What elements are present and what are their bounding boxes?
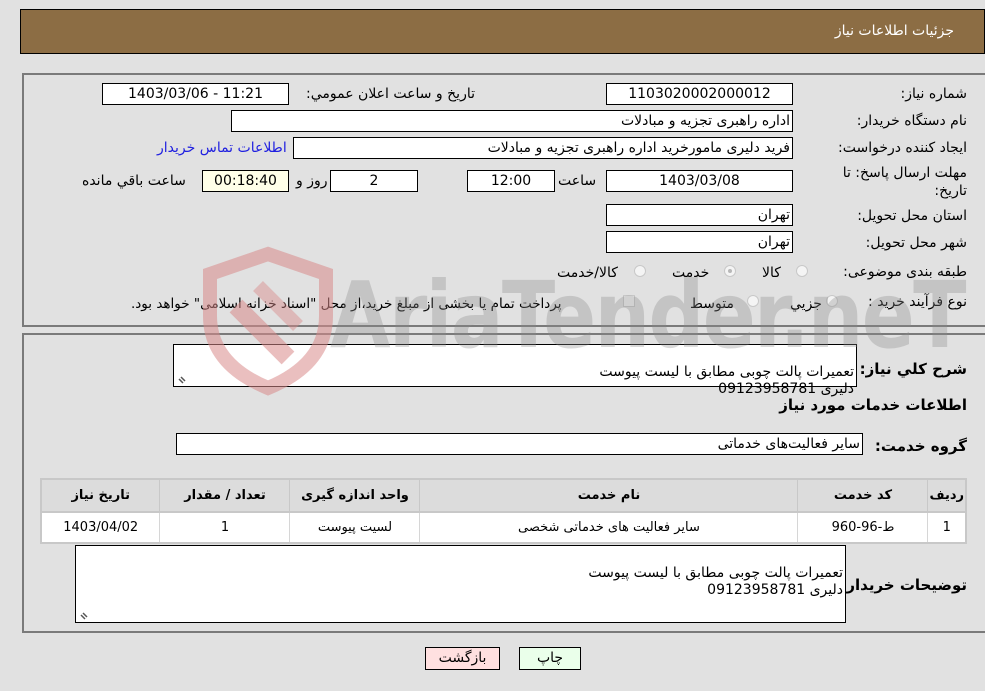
process-radio-minor[interactable] bbox=[826, 295, 838, 307]
col-service-name: نام خدمت bbox=[419, 478, 799, 513]
page-title: جزئیات اطلاعات نیاز bbox=[834, 23, 954, 39]
province-label: استان محل تحویل: bbox=[857, 208, 967, 224]
back-button[interactable]: بازگشت bbox=[425, 647, 500, 670]
category-option-service: خدمت bbox=[672, 265, 710, 281]
description-textarea[interactable]: تعمیرات پالت چوبی مطابق با لیست پیوست دل… bbox=[173, 344, 857, 397]
process-option-minor: جزيي bbox=[790, 296, 822, 312]
cell-service-name: سایر فعالیت های خدماتی شخصی bbox=[419, 511, 799, 544]
province-field: تهران bbox=[606, 204, 793, 226]
buyer-notes-label: توضیحات خریدار: bbox=[840, 576, 967, 594]
treasury-checkbox-label: پرداخت تمام یا بخشی از مبلغ خرید،از محل … bbox=[131, 296, 562, 312]
treasury-checkbox[interactable] bbox=[623, 295, 635, 307]
resize-grip-icon[interactable] bbox=[79, 610, 89, 620]
col-row: رديف bbox=[927, 478, 967, 513]
buyer-notes-textarea[interactable]: تعمیرات پالت چوبی مطابق با لیست پیوست دل… bbox=[75, 545, 846, 623]
col-unit: واحد اندازه گیری bbox=[289, 478, 421, 513]
process-option-medium: متوسط bbox=[690, 296, 734, 312]
col-need-date: تاريخ نياز bbox=[40, 478, 161, 513]
page-header: جزئیات اطلاعات نیاز bbox=[20, 9, 985, 54]
col-service-code: کد خدمت bbox=[797, 478, 929, 513]
service-group-label: گروه خدمت: bbox=[874, 437, 967, 455]
announce-datetime-label: تاریخ و ساعت اعلان عمومي: bbox=[306, 86, 475, 102]
cell-row: 1 bbox=[927, 511, 967, 544]
deadline-time-field: 12:00 bbox=[467, 170, 555, 192]
announce-datetime-field: 1403/03/06 - 11:21 bbox=[102, 83, 289, 105]
remaining-time-field: 00:18:40 bbox=[202, 170, 289, 192]
days-remaining-field: 2 bbox=[330, 170, 418, 192]
cell-quantity: 1 bbox=[159, 511, 291, 544]
services-table: رديف کد خدمت نام خدمت واحد اندازه گیری ت… bbox=[40, 478, 967, 544]
category-radio-goods[interactable] bbox=[796, 265, 808, 277]
process-type-label: نوع فرآیند خرید : bbox=[868, 294, 967, 310]
category-option-goods-service: کالا/خدمت bbox=[557, 265, 618, 281]
deadline-label-date: تاريخ: bbox=[934, 183, 967, 199]
buyer-org-label: نام دستگاه خريدار: bbox=[856, 113, 967, 129]
days-label: روز و bbox=[296, 173, 328, 189]
creator-field: فرید دلیری مامورخرید اداره راهبری تجزیه … bbox=[293, 137, 793, 159]
need-number-field: 1103020002000012 bbox=[606, 83, 793, 105]
buyer-org-field: اداره راهبری تجزیه و مبادلات bbox=[231, 110, 793, 132]
creator-label: ایجاد کننده درخواست: bbox=[838, 140, 967, 156]
table-header-row: رديف کد خدمت نام خدمت واحد اندازه گیری ت… bbox=[40, 478, 967, 513]
description-label: شرح کلي نياز: bbox=[859, 360, 967, 378]
deadline-time-label: ساعت bbox=[558, 173, 597, 189]
city-label: شهر محل تحویل: bbox=[865, 235, 967, 251]
services-section-title: اطلاعات خدمات مورد نیاز bbox=[779, 396, 967, 414]
cell-unit: لسیت پیوست bbox=[289, 511, 421, 544]
category-label: طبقه بندی موضوعی: bbox=[843, 264, 967, 280]
buyer-notes-text: تعمیرات پالت چوبی مطابق با لیست پیوست دل… bbox=[588, 565, 843, 598]
deadline-date-field: 1403/03/08 bbox=[606, 170, 793, 192]
cell-service-code: ط-96-960 bbox=[797, 511, 929, 544]
city-field: تهران bbox=[606, 231, 793, 253]
category-radio-service[interactable] bbox=[724, 265, 736, 277]
remaining-time-label: ساعت باقي مانده bbox=[82, 173, 186, 189]
need-number-label: شماره نیاز: bbox=[900, 86, 968, 102]
table-row: 1 ط-96-960 سایر فعالیت های خدماتی شخصی ل… bbox=[40, 511, 967, 544]
category-option-goods: کالا bbox=[762, 265, 781, 281]
cell-need-date: 1403/04/02 bbox=[40, 511, 161, 544]
col-quantity: تعداد / مقدار bbox=[159, 478, 291, 513]
print-button[interactable]: چاپ bbox=[519, 647, 581, 670]
process-radio-medium[interactable] bbox=[747, 295, 759, 307]
resize-grip-icon[interactable] bbox=[177, 374, 187, 384]
buyer-contact-link[interactable]: اطلاعات تماس خريدار bbox=[157, 140, 287, 156]
service-group-field: سایر فعالیت‌های خدماتی bbox=[176, 433, 863, 455]
category-radio-goods-service[interactable] bbox=[634, 265, 646, 277]
deadline-label: مهلت ارسال پاسخ: تا bbox=[842, 165, 967, 181]
